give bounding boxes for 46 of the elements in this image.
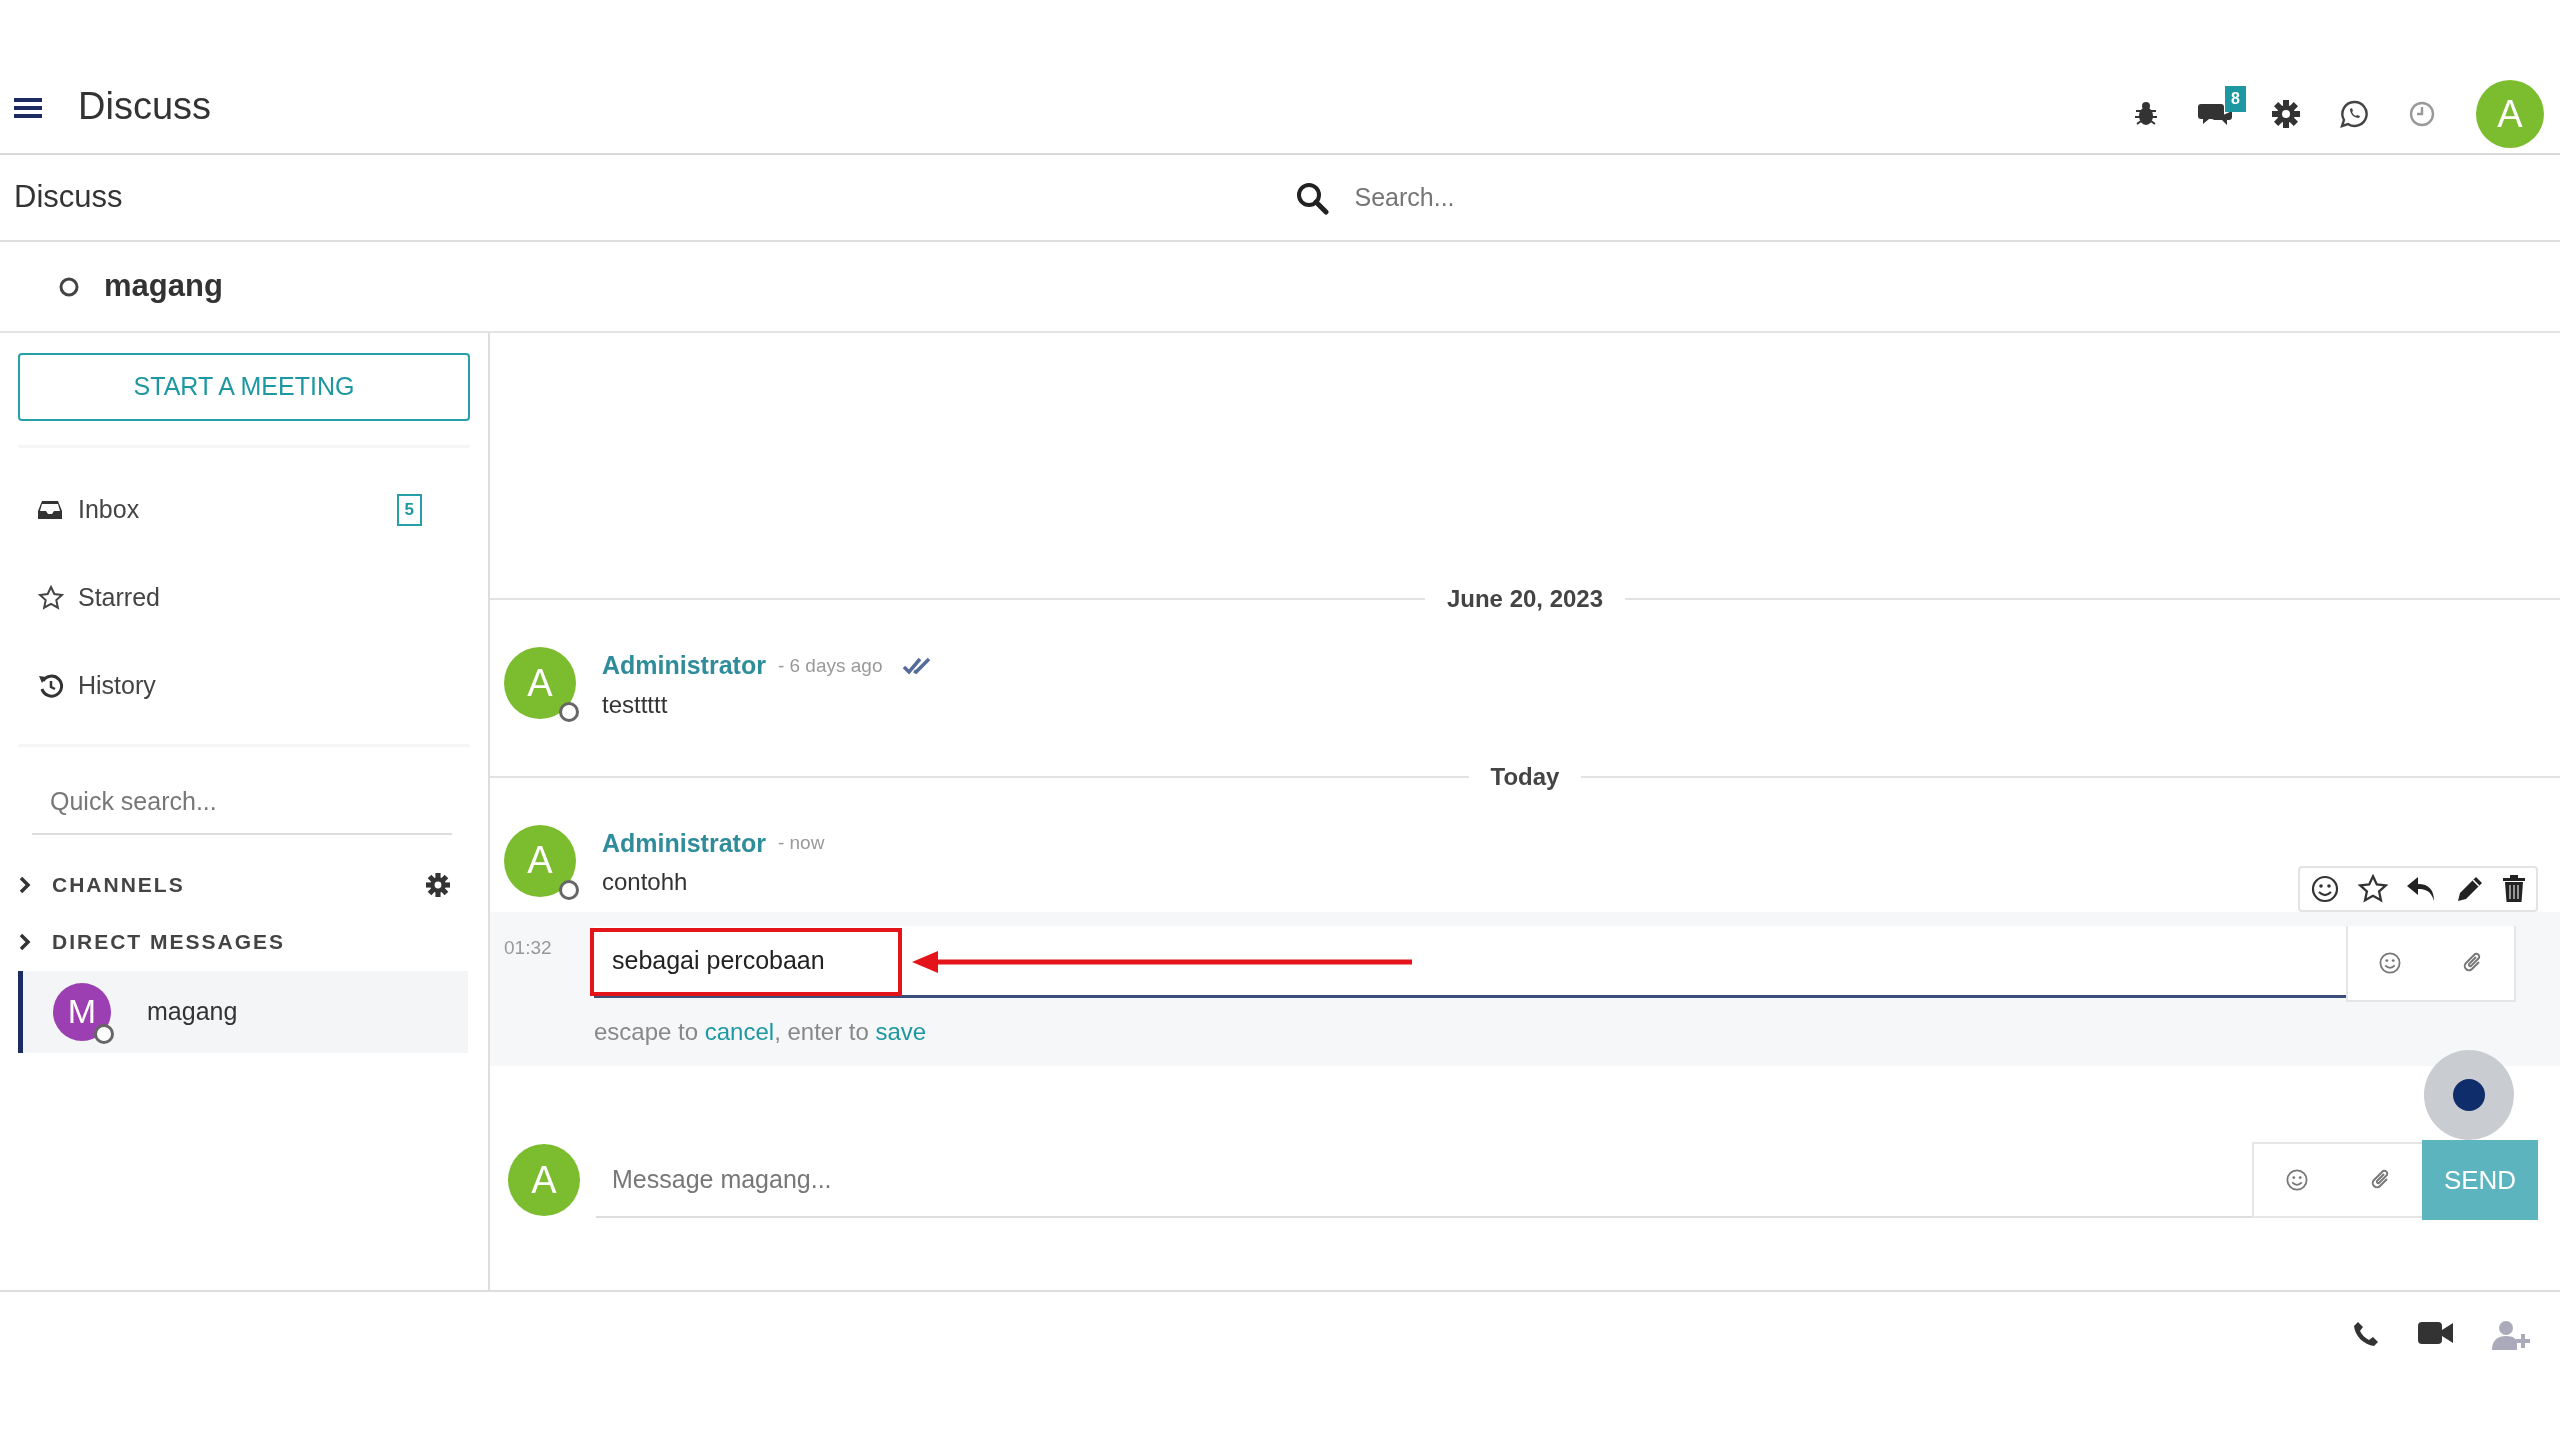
status-icon: [94, 1023, 114, 1044]
message-text: testtttt: [602, 689, 669, 720]
emoji-icon[interactable]: [2310, 874, 2340, 904]
edit-hint: escape to cancel, enter to save: [594, 1017, 928, 1047]
chevron-right-icon[interactable]: [18, 875, 32, 895]
app-title: Discuss: [78, 84, 212, 129]
inbox-icon: [38, 500, 64, 520]
bug-icon[interactable]: [2134, 101, 2158, 127]
counter-badge: 8: [2225, 86, 2246, 112]
avatar: A: [508, 1144, 580, 1216]
chevron-right-icon[interactable]: [18, 932, 32, 952]
status-icon: [559, 702, 579, 722]
avatar: M: [53, 982, 111, 1041]
pencil-icon[interactable]: [2456, 875, 2484, 903]
avatar: A: [504, 647, 576, 719]
breadcrumb: Discuss: [14, 178, 123, 217]
chat-item[interactable]: M magang: [18, 970, 468, 1053]
message-time: - 6 days ago: [777, 653, 883, 678]
star-icon: [38, 585, 64, 611]
date-separator: June 20, 2023: [1445, 584, 1605, 614]
star-icon[interactable]: [2358, 874, 2388, 904]
mailbox-link[interactable]: Inbox: [78, 491, 140, 529]
settings-icon[interactable]: [2272, 100, 2300, 128]
thread-name: magang: [104, 267, 223, 306]
mailbox-link[interactable]: History: [78, 667, 156, 705]
message-text: contohh: [602, 867, 689, 897]
status-icon: [559, 879, 579, 900]
message-time: - now: [777, 831, 825, 855]
edit-time: 01:32: [504, 936, 553, 960]
date-separator: Today: [1489, 761, 1561, 792]
mailbox-link[interactable]: Starred: [78, 579, 160, 617]
counter-badge: 5: [396, 494, 422, 526]
clock-icon[interactable]: [2408, 100, 2436, 128]
menu-icon[interactable]: [14, 96, 42, 120]
trash-icon[interactable]: [2502, 875, 2526, 903]
avatar: A: [504, 824, 576, 897]
whatsapp-icon[interactable]: [2340, 100, 2368, 128]
category-title[interactable]: CHANNELS: [52, 869, 185, 901]
edit-field[interactable]: sebagai percobaan: [594, 926, 2346, 998]
history-icon: [38, 673, 64, 699]
search-icon[interactable]: [1294, 180, 1329, 215]
status-icon: [58, 275, 80, 298]
author-name[interactable]: Administrator: [602, 824, 766, 862]
settings-icon[interactable]: [426, 873, 450, 897]
category-title[interactable]: DIRECT MESSAGES: [52, 926, 286, 958]
author-name[interactable]: Administrator: [602, 647, 766, 685]
